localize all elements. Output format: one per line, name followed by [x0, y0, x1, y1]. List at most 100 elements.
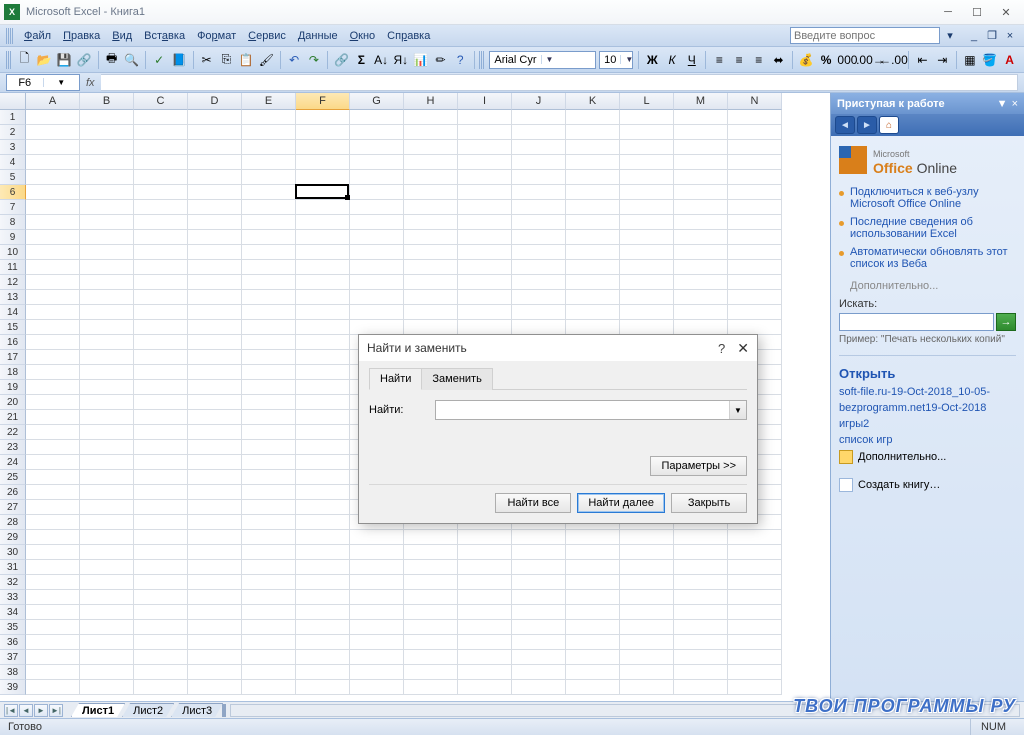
- cell[interactable]: [188, 140, 242, 155]
- autosum-icon[interactable]: Σ: [353, 50, 370, 70]
- cell[interactable]: [26, 305, 80, 320]
- cell[interactable]: [458, 125, 512, 140]
- cell[interactable]: [134, 215, 188, 230]
- column-header[interactable]: J: [512, 93, 566, 110]
- cell[interactable]: [242, 275, 296, 290]
- row-header[interactable]: 20: [0, 395, 26, 410]
- increase-indent-icon[interactable]: ⇥: [934, 50, 951, 70]
- row-header[interactable]: 31: [0, 560, 26, 575]
- cell[interactable]: [404, 305, 458, 320]
- cell[interactable]: [674, 110, 728, 125]
- cell[interactable]: [296, 605, 350, 620]
- cell[interactable]: [296, 335, 350, 350]
- tab-nav-next-icon[interactable]: ►: [34, 704, 48, 717]
- percent-icon[interactable]: %: [818, 50, 835, 70]
- cell[interactable]: [566, 290, 620, 305]
- cell[interactable]: [188, 305, 242, 320]
- cell[interactable]: [350, 215, 404, 230]
- cell[interactable]: [620, 230, 674, 245]
- cell[interactable]: [620, 590, 674, 605]
- cell[interactable]: [188, 410, 242, 425]
- align-center-icon[interactable]: ≡: [731, 50, 748, 70]
- cell[interactable]: [350, 620, 404, 635]
- cell[interactable]: [242, 650, 296, 665]
- cell[interactable]: [80, 470, 134, 485]
- cell[interactable]: [188, 560, 242, 575]
- cell[interactable]: [350, 170, 404, 185]
- cell[interactable]: [728, 260, 782, 275]
- row-header[interactable]: 16: [0, 335, 26, 350]
- cell[interactable]: [512, 650, 566, 665]
- row-header[interactable]: 18: [0, 365, 26, 380]
- cell[interactable]: [242, 410, 296, 425]
- cell[interactable]: [134, 530, 188, 545]
- cell[interactable]: [188, 680, 242, 695]
- cell[interactable]: [26, 500, 80, 515]
- row-header[interactable]: 7: [0, 200, 26, 215]
- cell[interactable]: [134, 185, 188, 200]
- increase-decimal-icon[interactable]: .00→: [860, 50, 880, 70]
- font-name-box[interactable]: Arial Cyr▼: [489, 51, 596, 69]
- find-all-button[interactable]: Найти все: [495, 493, 571, 513]
- cell[interactable]: [80, 185, 134, 200]
- select-all-corner[interactable]: [0, 93, 26, 110]
- column-header[interactable]: N: [728, 93, 782, 110]
- row-header[interactable]: 39: [0, 680, 26, 695]
- cell[interactable]: [26, 395, 80, 410]
- cell[interactable]: [80, 260, 134, 275]
- row-header[interactable]: 9: [0, 230, 26, 245]
- cell[interactable]: [26, 590, 80, 605]
- maximize-button[interactable]: ☐: [963, 3, 991, 21]
- cell[interactable]: [242, 290, 296, 305]
- column-header[interactable]: M: [674, 93, 728, 110]
- task-pane-dropdown-icon[interactable]: ▼: [997, 98, 1008, 110]
- align-right-icon[interactable]: ≡: [750, 50, 767, 70]
- cell[interactable]: [80, 635, 134, 650]
- cell[interactable]: [728, 305, 782, 320]
- cell[interactable]: [242, 455, 296, 470]
- cell[interactable]: [512, 680, 566, 695]
- decrease-indent-icon[interactable]: ⇤: [914, 50, 931, 70]
- cell[interactable]: [350, 605, 404, 620]
- cell[interactable]: [296, 230, 350, 245]
- open-icon[interactable]: 📂: [36, 50, 53, 70]
- cell[interactable]: [26, 410, 80, 425]
- cell[interactable]: [242, 590, 296, 605]
- row-header[interactable]: 36: [0, 635, 26, 650]
- cell[interactable]: [80, 530, 134, 545]
- cell[interactable]: [134, 470, 188, 485]
- cell[interactable]: [674, 305, 728, 320]
- cell[interactable]: [296, 215, 350, 230]
- help-icon[interactable]: ?: [452, 50, 469, 70]
- cell[interactable]: [26, 620, 80, 635]
- cell[interactable]: [80, 320, 134, 335]
- cell[interactable]: [350, 590, 404, 605]
- align-left-icon[interactable]: ≡: [711, 50, 728, 70]
- new-icon[interactable]: 🗋: [16, 50, 33, 70]
- mdi-close-button[interactable]: ×: [1002, 29, 1018, 43]
- cell[interactable]: [242, 125, 296, 140]
- cell[interactable]: [404, 140, 458, 155]
- cell[interactable]: [566, 530, 620, 545]
- copy-icon[interactable]: ⎘: [218, 50, 235, 70]
- cell[interactable]: [188, 230, 242, 245]
- cell[interactable]: [620, 290, 674, 305]
- cell[interactable]: [80, 560, 134, 575]
- cell[interactable]: [80, 575, 134, 590]
- cell[interactable]: [404, 110, 458, 125]
- cell[interactable]: [350, 560, 404, 575]
- cell[interactable]: [188, 125, 242, 140]
- cell[interactable]: [80, 290, 134, 305]
- cell[interactable]: [134, 455, 188, 470]
- cell[interactable]: [188, 485, 242, 500]
- menu-окно[interactable]: Окно: [344, 28, 382, 44]
- cell[interactable]: [80, 650, 134, 665]
- mdi-minimize-button[interactable]: _: [966, 29, 982, 43]
- row-header[interactable]: 15: [0, 320, 26, 335]
- recent-file-link[interactable]: игры2: [839, 418, 1016, 430]
- cell[interactable]: [296, 185, 350, 200]
- cell[interactable]: [134, 650, 188, 665]
- cell[interactable]: [728, 155, 782, 170]
- cell[interactable]: [26, 515, 80, 530]
- cell[interactable]: [566, 185, 620, 200]
